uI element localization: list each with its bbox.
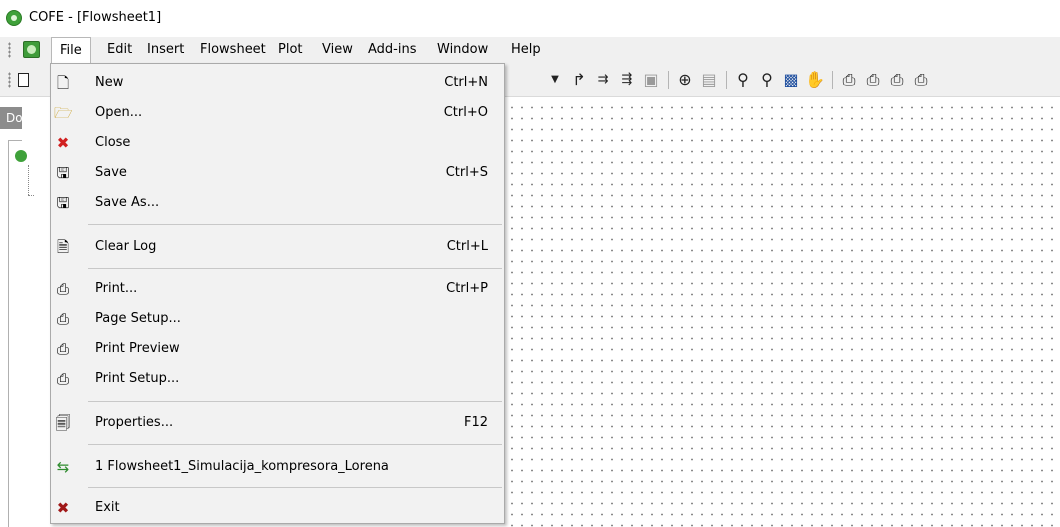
file-menu-dropdown: 🗋 New Ctrl+N 🗁 Open... Ctrl+O ✖ Close 🖫 … bbox=[50, 63, 505, 524]
print-setup-toolbar-icon[interactable]: ⎙ bbox=[886, 69, 908, 91]
exit-x-icon: ✖ bbox=[56, 499, 70, 517]
menu-item-label: Page Setup... bbox=[95, 311, 181, 326]
zoom-in-icon[interactable]: ⚲ bbox=[732, 69, 754, 91]
menu-window[interactable]: Window bbox=[437, 41, 488, 59]
menu-item-shortcut: Ctrl+P bbox=[446, 281, 488, 296]
menu-separator bbox=[88, 487, 502, 488]
menu-item-label: Save bbox=[95, 165, 127, 180]
menu-help[interactable]: Help bbox=[511, 41, 541, 59]
menu-item-label: Properties... bbox=[95, 415, 174, 430]
page-setup-toolbar-icon[interactable]: ⎙ bbox=[862, 69, 884, 91]
title-bar: COFE - [Flowsheet1] bbox=[0, 0, 1060, 37]
menu-insert[interactable]: Insert bbox=[147, 41, 184, 59]
menu-item-shortcut: Ctrl+L bbox=[446, 239, 488, 254]
print-preview-icon: ⎙ bbox=[56, 340, 69, 358]
disabled-unit-icon[interactable]: ▣ bbox=[640, 69, 662, 91]
document-panel-header: Docu bbox=[0, 107, 22, 129]
tree-connector bbox=[28, 165, 29, 195]
toolbar-new-icon[interactable] bbox=[18, 73, 29, 87]
menu-view[interactable]: View bbox=[322, 41, 353, 59]
menu-item-print-setup[interactable]: ⎙ Print Setup... bbox=[51, 364, 504, 394]
dropdown-arrow-icon[interactable]: ▼ bbox=[544, 69, 566, 91]
folder-open-icon: 🗁 bbox=[54, 104, 73, 122]
cofe-app-icon bbox=[6, 10, 22, 26]
menu-bar: File Edit Insert Flowsheet Plot View Add… bbox=[0, 37, 1060, 63]
menu-item-save[interactable]: 🖫 Save Ctrl+S bbox=[51, 158, 504, 188]
print-setup-icon: ⎙ bbox=[56, 370, 69, 388]
menu-item-save-as[interactable]: 🖫 Save As... bbox=[51, 188, 504, 218]
menu-flowsheet[interactable]: Flowsheet bbox=[200, 41, 266, 59]
toolbar-separator bbox=[668, 71, 669, 89]
grid-icon[interactable]: ▤ bbox=[698, 69, 720, 91]
flowsheet-tree-icon[interactable] bbox=[15, 150, 27, 162]
toolbar-grip-icon[interactable] bbox=[8, 72, 11, 88]
menu-plot[interactable]: Plot bbox=[278, 41, 303, 59]
menu-item-print[interactable]: ⎙ Print... Ctrl+P bbox=[51, 274, 504, 304]
menu-item-label: Clear Log bbox=[95, 239, 157, 254]
menu-item-label: Open... bbox=[95, 105, 143, 120]
flowsheet-canvas[interactable] bbox=[505, 98, 1060, 527]
page-setup-icon: ⎙ bbox=[56, 310, 69, 328]
menu-item-page-setup[interactable]: ⎙ Page Setup... bbox=[51, 304, 504, 334]
menu-item-label: Print... bbox=[95, 281, 138, 296]
menu-item-shortcut: Ctrl+N bbox=[444, 75, 488, 90]
print-icon[interactable]: ⎙ bbox=[838, 69, 860, 91]
menubar-grip-icon[interactable] bbox=[8, 42, 11, 58]
stream-icon[interactable]: ↱ bbox=[568, 69, 590, 91]
zoom-out-icon[interactable]: ⚲ bbox=[756, 69, 778, 91]
close-red-x-icon: ✖ bbox=[56, 134, 70, 152]
menu-separator bbox=[88, 268, 502, 269]
menu-item-label: Print Setup... bbox=[95, 371, 180, 386]
window-title: COFE - [Flowsheet1] bbox=[29, 10, 162, 25]
zoom-fit-icon[interactable]: ▩ bbox=[780, 69, 802, 91]
print-preview-toolbar-icon[interactable]: ⎙ bbox=[910, 69, 932, 91]
menu-add-ins[interactable]: Add-ins bbox=[368, 41, 416, 59]
menu-item-label: Exit bbox=[95, 500, 120, 515]
printer-icon: ⎙ bbox=[56, 280, 69, 298]
menu-item-open[interactable]: 🗁 Open... Ctrl+O bbox=[51, 98, 504, 128]
menu-file[interactable]: File bbox=[51, 37, 91, 63]
menu-separator bbox=[88, 401, 502, 402]
menu-item-label: New bbox=[95, 75, 124, 90]
tree-connector bbox=[28, 195, 34, 196]
toolbar-separator bbox=[832, 71, 833, 89]
toolbar-separator bbox=[726, 71, 727, 89]
recent-file-icon: ⇆ bbox=[56, 458, 70, 476]
info-stream-icon[interactable]: ⇶ bbox=[616, 69, 638, 91]
floppy-disk-icon: 🖫 bbox=[56, 164, 70, 182]
energy-stream-icon[interactable]: ⇉ bbox=[592, 69, 614, 91]
menu-item-print-preview[interactable]: ⎙ Print Preview bbox=[51, 334, 504, 364]
menu-separator bbox=[88, 444, 502, 445]
floppy-disk-icon: 🖫 bbox=[56, 194, 70, 212]
menu-item-label: Save As... bbox=[95, 195, 160, 210]
document-icon[interactable] bbox=[23, 41, 40, 58]
menu-item-new[interactable]: 🗋 New Ctrl+N bbox=[51, 68, 504, 98]
menu-item-shortcut: Ctrl+O bbox=[443, 105, 488, 120]
menu-item-recent-file[interactable]: ⇆ 1 Flowsheet1_Simulacija_kompresora_Lor… bbox=[51, 452, 504, 482]
menu-separator bbox=[88, 224, 502, 225]
new-document-icon: 🗋 bbox=[56, 74, 70, 92]
menu-item-shortcut: F12 bbox=[463, 415, 488, 430]
menu-item-label: 1 Flowsheet1_Simulacija_kompresora_Loren… bbox=[95, 459, 389, 474]
menu-edit[interactable]: Edit bbox=[107, 41, 132, 59]
properties-icon: 🗐 bbox=[55, 414, 71, 432]
menu-item-label: Print Preview bbox=[95, 341, 180, 356]
clear-log-icon: 🗎 bbox=[56, 238, 70, 256]
menu-item-label: Close bbox=[95, 135, 131, 150]
menu-item-close[interactable]: ✖ Close bbox=[51, 128, 504, 158]
document-tree[interactable] bbox=[8, 140, 22, 527]
menu-item-properties[interactable]: 🗐 Properties... F12 bbox=[51, 408, 504, 438]
run-icon[interactable]: ⊕ bbox=[674, 69, 696, 91]
menu-item-clear-log[interactable]: 🗎 Clear Log Ctrl+L bbox=[51, 232, 504, 262]
pan-hand-icon[interactable]: ✋ bbox=[804, 69, 826, 91]
menu-item-shortcut: Ctrl+S bbox=[445, 165, 488, 180]
menu-item-exit[interactable]: ✖ Exit bbox=[51, 493, 504, 523]
